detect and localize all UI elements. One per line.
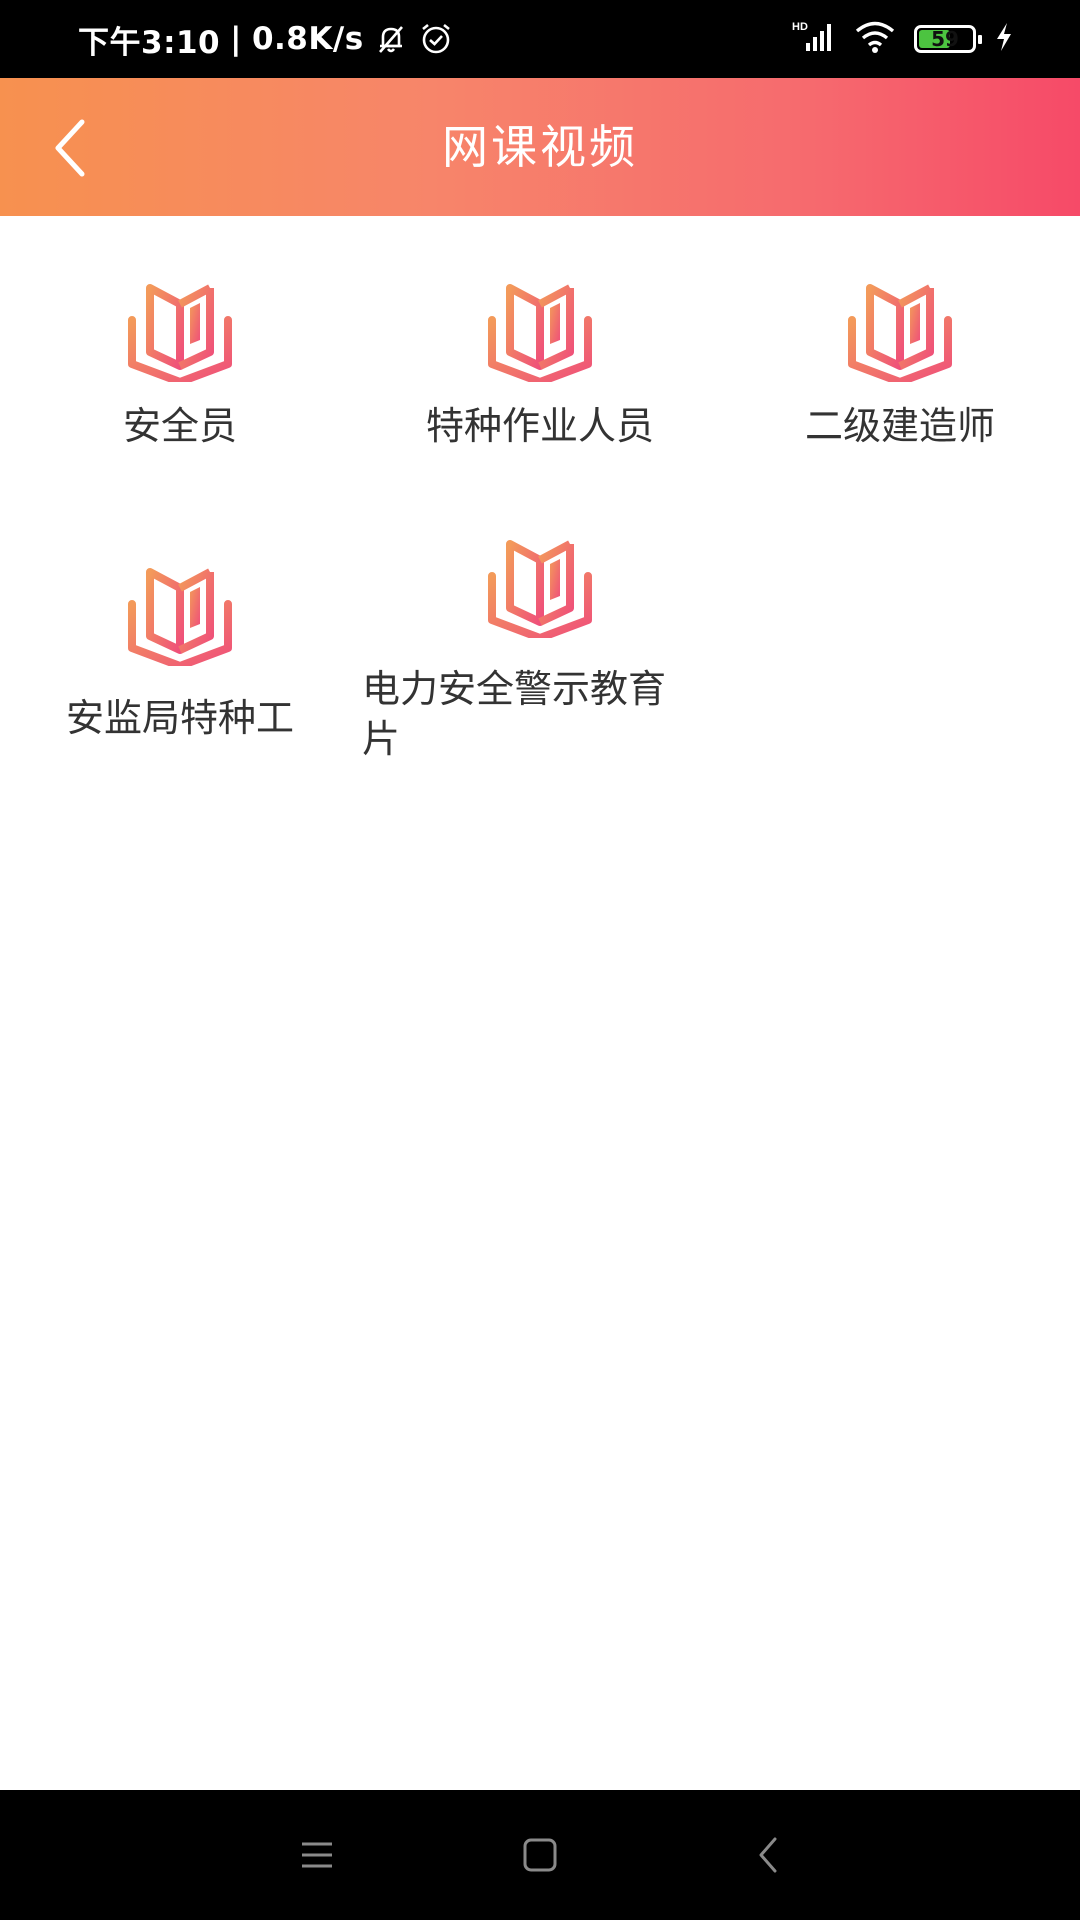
system-nav-bar — [0, 1790, 1080, 1920]
app-header: 网课视频 — [0, 78, 1080, 216]
course-label: 电力安全警示教育片 — [362, 667, 667, 761]
status-left: 下午3:10 | 0.8K/s — [78, 0, 454, 78]
battery-level: 59 — [931, 27, 959, 51]
status-net-speed: 0.8K/s — [251, 21, 364, 57]
course-item-special-operations[interactable]: 特种作业人员 — [360, 282, 720, 462]
back-nav-button[interactable] — [728, 1815, 808, 1895]
course-label: 特种作业人员 — [425, 404, 654, 448]
home-button[interactable] — [500, 1815, 580, 1895]
open-book-icon — [128, 568, 232, 666]
menu-button[interactable] — [277, 1815, 357, 1895]
signal-icon: HD — [792, 19, 836, 59]
open-book-icon — [488, 284, 592, 382]
battery-nub — [978, 35, 982, 44]
open-book-icon — [488, 540, 592, 638]
back-icon — [759, 1837, 777, 1873]
battery-icon: 59 — [914, 25, 982, 53]
course-label: 二级建造师 — [804, 404, 995, 448]
course-label: 安全员 — [122, 404, 237, 448]
status-right: HD 59 — [792, 0, 1014, 78]
course-item-power-safety[interactable]: 电力安全警示教育片 — [360, 538, 720, 778]
open-book-icon — [848, 284, 952, 382]
course-item-safety-officer[interactable]: 安全员 — [0, 282, 360, 462]
open-book-icon — [128, 284, 232, 382]
alarm-clock-icon — [418, 21, 454, 57]
status-time: 下午3:10 — [78, 24, 221, 61]
network-label: HD — [792, 21, 808, 33]
wifi-icon — [854, 20, 896, 58]
bell-muted-icon — [374, 22, 408, 56]
course-item-constructor[interactable]: 二级建造师 — [720, 282, 1080, 462]
course-label: 安监局特种工 — [65, 696, 294, 740]
course-item-safety-bureau[interactable]: 安监局特种工 — [0, 566, 360, 746]
status-bar: 下午3:10 | 0.8K/s HD 59 — [0, 0, 1080, 78]
home-icon — [523, 1838, 557, 1872]
page-title: 网课视频 — [442, 120, 638, 174]
status-separator: | — [230, 21, 242, 57]
menu-icon — [302, 1842, 332, 1868]
charging-icon — [994, 21, 1014, 57]
